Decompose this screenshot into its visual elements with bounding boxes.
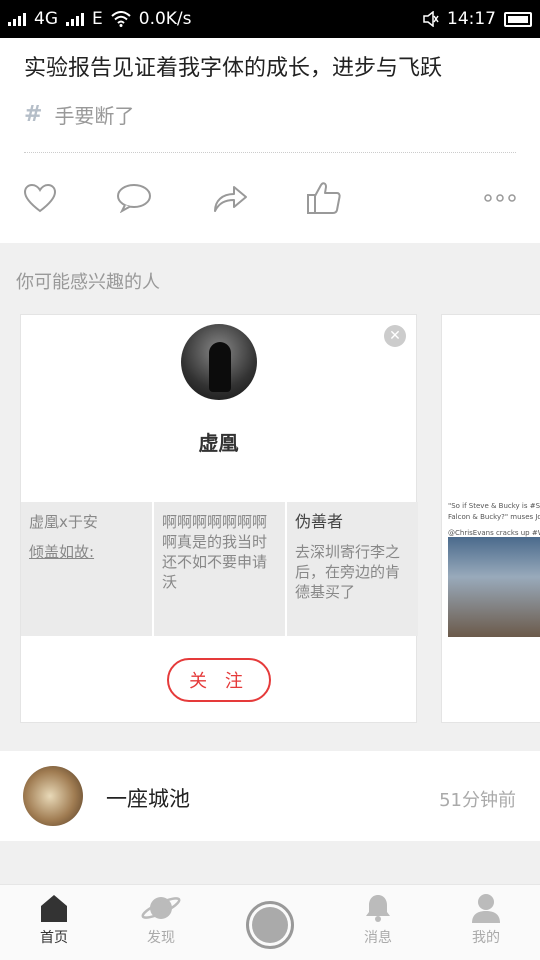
net-speed: 0.0K/s [138, 9, 192, 29]
clock: 14:17 [447, 9, 496, 29]
thumbs-up-button[interactable] [304, 178, 344, 218]
nav-discover[interactable]: 发现 [121, 893, 201, 957]
nav-home-label: 首页 [40, 930, 68, 946]
more-icon [484, 194, 516, 202]
nav-messages[interactable]: 消息 [338, 893, 418, 957]
recent-post-cell[interactable]: 啊啊啊啊啊啊啊啊真是的我当时还不如不要申请沃 [154, 502, 285, 636]
suggested-user-card[interactable]: ✕ 虚凰 虚凰x于安 倾盖如故: 啊啊啊啊啊啊啊啊真是的我当时还不如不要申请沃 … [20, 314, 418, 723]
recent-posts-grid: 虚凰x于安 倾盖如故: 啊啊啊啊啊啊啊啊真是的我当时还不如不要申请沃 伪善者 去… [21, 502, 418, 636]
suggested-people-title: 你可能感兴趣的人 [16, 272, 160, 293]
card2-line: "So if Steve & Bucky is #Stucky w [448, 502, 540, 510]
card2-line: Falcon & Bucky?" muses Joe Ru [448, 513, 540, 521]
person-icon [472, 894, 500, 923]
planet-icon [141, 897, 181, 919]
comment-button[interactable] [114, 178, 154, 218]
post-topic[interactable]: # 手要断了 [24, 100, 134, 129]
nav-messages-label: 消息 [364, 930, 392, 946]
status-right: 14:17 [423, 9, 532, 29]
feed-timestamp: 51分钟前 [439, 790, 516, 811]
feed-item[interactable]: 一座城池 51分钟前 [0, 751, 540, 841]
center-action-button[interactable] [246, 901, 294, 949]
avatar[interactable] [23, 766, 83, 826]
network-type-2: E [92, 9, 103, 29]
cell-title: 伪善者 [295, 512, 344, 531]
feed-user-name[interactable]: 一座城池 [106, 783, 190, 813]
battery-icon [504, 11, 532, 27]
like-heart-button[interactable] [20, 178, 60, 218]
recent-post-cell[interactable]: 虚凰x于安 倾盖如故: [21, 502, 152, 636]
circle-icon [252, 907, 288, 943]
card2-image[interactable] [448, 537, 540, 637]
home-icon [41, 895, 67, 922]
suggested-user-name[interactable]: 虚凰 [21, 427, 416, 456]
nav-home[interactable]: 首页 [14, 893, 94, 957]
bottom-nav: 首页 发现 消息 我的 [0, 884, 540, 960]
topic-label: 手要断了 [54, 104, 135, 128]
nav-discover-label: 发现 [147, 930, 175, 946]
more-button[interactable] [480, 178, 520, 218]
follow-button[interactable]: 关 注 [167, 658, 271, 702]
cell-text: 去深圳寄行李之后，在旁边的肯德基买了 [295, 543, 401, 601]
mute-icon [423, 11, 439, 27]
network-type: 4G [34, 9, 58, 29]
post-card: 实验报告见证着我字体的成长，进步与飞跃 # 手要断了 [0, 38, 540, 243]
post-actions [0, 178, 540, 218]
nav-me-label: 我的 [472, 930, 500, 946]
post-text[interactable]: 实验报告见证着我字体的成长，进步与飞跃 [24, 50, 442, 82]
avatar[interactable] [181, 324, 257, 400]
recent-post-cell[interactable]: 伪善者 去深圳寄行李之后，在旁边的肯德基买了 [287, 502, 418, 636]
cell-text: 啊啊啊啊啊啊啊啊真是的我当时还不如不要申请沃 [162, 513, 268, 591]
status-left: 4G E 0.0K/s [8, 9, 192, 29]
share-button[interactable] [210, 178, 250, 218]
heart-icon [23, 183, 57, 213]
cell-text: 虚凰x于安 [29, 513, 98, 531]
card2-text: "So if Steve & Bucky is #Stucky w Falcon… [448, 501, 540, 539]
bell-icon [366, 895, 390, 922]
wifi-icon [111, 11, 131, 27]
share-icon [214, 186, 247, 212]
status-bar: 4G E 0.0K/s 14:17 [0, 0, 540, 38]
nav-me[interactable]: 我的 [446, 893, 526, 957]
hash-icon: # [24, 102, 43, 127]
divider [24, 152, 516, 153]
close-icon[interactable]: ✕ [384, 325, 406, 347]
cell-text: 倾盖如故: [29, 543, 95, 561]
suggested-user-card-2[interactable]: "So if Steve & Bucky is #Stucky w Falcon… [441, 314, 540, 723]
signal2-icon [66, 12, 84, 26]
thumbs-up-icon [307, 182, 341, 214]
signal-icon [8, 12, 26, 26]
comment-icon [117, 184, 151, 213]
